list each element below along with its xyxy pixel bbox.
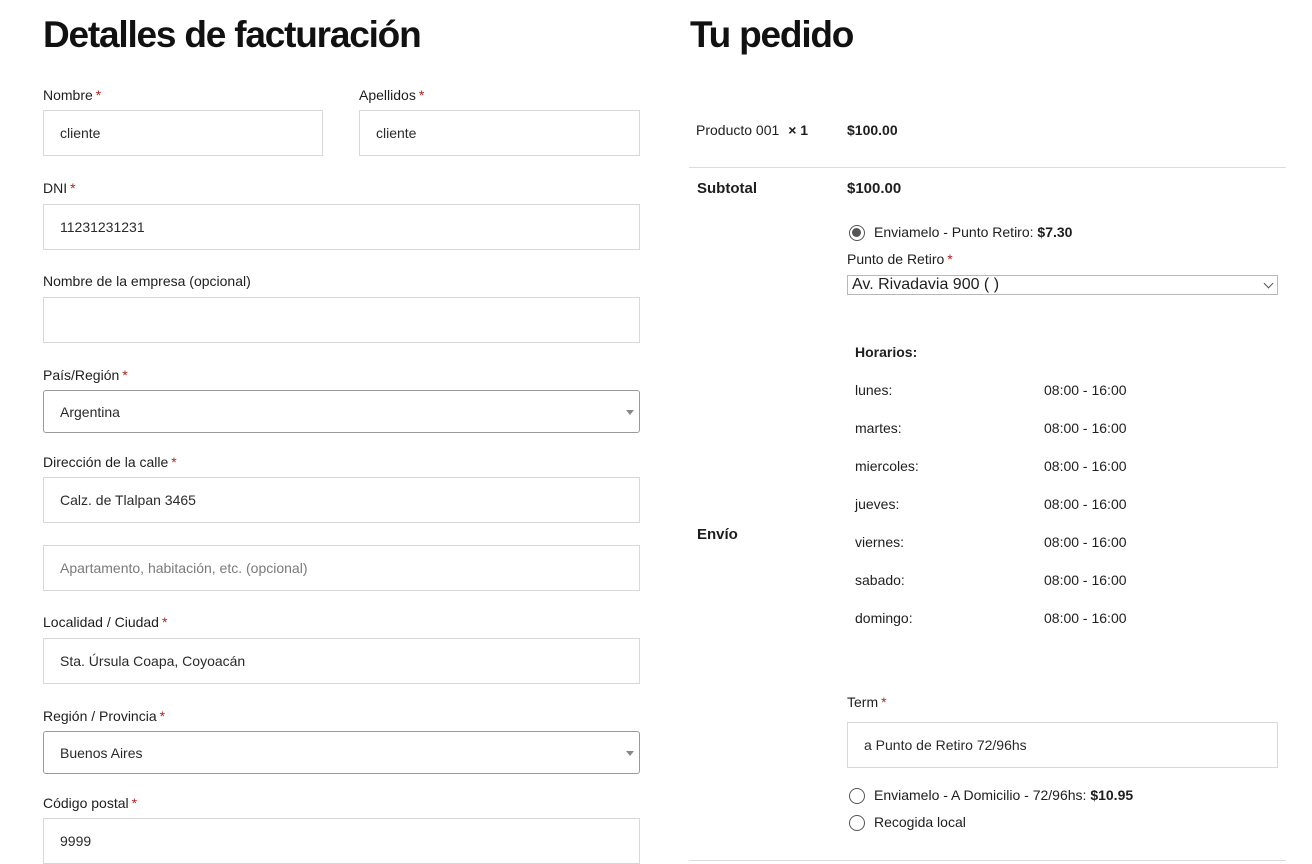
hours-day: sabado: [855, 572, 905, 588]
required-mark: * [122, 367, 128, 383]
shipping-option-local-pickup: Recogida local [874, 814, 966, 830]
first-name-input[interactable]: cliente [43, 110, 323, 156]
hours-day: martes: [855, 420, 902, 436]
pickup-point-label-text: Punto de Retiro [847, 251, 945, 267]
product-price: $100.00 [847, 122, 898, 138]
hours-time: 08:00 - 16:00 [1044, 534, 1127, 550]
city-input[interactable]: Sta. Úrsula Coapa, Coyoacán [43, 638, 640, 684]
country-select[interactable]: Argentina [43, 390, 640, 433]
pickup-point-label: Punto de Retiro * [847, 251, 953, 267]
shipping-radio-pickup-point[interactable] [849, 225, 865, 241]
postcode-label-text: Código postal [43, 795, 129, 811]
last-name-label-text: Apellidos [359, 87, 416, 103]
hours-time: 08:00 - 16:00 [1044, 572, 1127, 588]
last-name-label: Apellidos * [359, 87, 424, 103]
city-label-text: Localidad / Ciudad [43, 614, 159, 630]
term-label: Term * [847, 694, 887, 710]
dni-input[interactable]: 11231231231 [43, 204, 640, 250]
hours-day: domingo: [855, 610, 913, 626]
required-mark: * [881, 694, 887, 710]
shipping-option-label: Enviamelo - A Domicilio - 72/96hs: [874, 787, 1087, 803]
term-label-text: Term [847, 694, 879, 710]
hours-time: 08:00 - 16:00 [1044, 420, 1127, 436]
term-input[interactable]: a Punto de Retiro 72/96hs [847, 722, 1278, 768]
chevron-down-icon [1263, 278, 1274, 289]
hours-day: miercoles: [855, 458, 919, 474]
divider [689, 860, 1286, 861]
dni-label-text: DNI [43, 180, 68, 196]
country-label-text: País/Región [43, 367, 120, 383]
required-mark: * [171, 454, 177, 470]
hours-day: viernes: [855, 534, 905, 550]
caret-down-icon [626, 409, 634, 415]
required-mark: * [70, 180, 76, 196]
state-label: Región / Provincia * [43, 708, 165, 724]
order-title: Tu pedido [690, 14, 854, 55]
first-name-label-text: Nombre [43, 87, 93, 103]
country-select-value: Argentina [60, 403, 120, 420]
company-input[interactable] [43, 297, 640, 343]
shipping-label: Envío [697, 526, 738, 543]
required-mark: * [159, 708, 166, 724]
shipping-option-home-delivery: Enviamelo - A Domicilio - 72/96hs: $10.9… [874, 787, 1133, 803]
apartment-input[interactable]: Apartamento, habitación, etc. (opcional) [43, 545, 640, 591]
country-label: País/Región * [43, 367, 128, 383]
shipping-option-price: $10.95 [1090, 787, 1134, 803]
shipping-option-label: Enviamelo - Punto Retiro: [874, 224, 1034, 240]
last-name-input[interactable]: cliente [359, 110, 640, 156]
shipping-option-pickup-point: Enviamelo - Punto Retiro: $7.30 [874, 224, 1072, 240]
company-label: Nombre de la empresa (opcional) [43, 273, 251, 289]
hours-time: 08:00 - 16:00 [1044, 610, 1127, 626]
hours-time: 08:00 - 16:00 [1044, 458, 1127, 474]
required-mark: * [418, 87, 425, 103]
street-label-text: Dirección de la calle [43, 454, 169, 470]
city-label: Localidad / Ciudad * [43, 614, 167, 630]
dni-label: DNI * [43, 180, 76, 196]
pickup-point-select[interactable]: Av. Rivadavia 900 ( ) [847, 275, 1278, 295]
product-qty: × 1 [788, 122, 809, 138]
caret-down-icon [626, 750, 634, 756]
shipping-radio-home-delivery[interactable] [849, 788, 865, 804]
divider [689, 167, 1286, 168]
shipping-option-price: $7.30 [1037, 224, 1073, 240]
subtotal-value: $100.00 [847, 180, 902, 197]
product-name: Producto 001 [696, 122, 780, 138]
pickup-point-value: Av. Rivadavia 900 ( ) [852, 276, 1000, 293]
required-mark: * [131, 795, 138, 811]
required-mark: * [947, 251, 953, 267]
hours-time: 08:00 - 16:00 [1044, 382, 1127, 398]
subtotal-label: Subtotal [697, 180, 757, 197]
postcode-input[interactable]: 9999 [43, 818, 640, 864]
hours-day: lunes: [855, 382, 893, 398]
hours-title: Horarios: [855, 344, 918, 360]
street-label: Dirección de la calle * [43, 454, 177, 470]
state-select-value: Buenos Aires [60, 744, 143, 761]
billing-title: Detalles de facturación [43, 14, 422, 55]
street-input[interactable]: Calz. de Tlalpan 3465 [43, 477, 640, 523]
state-label-text: Región / Provincia [43, 708, 157, 724]
state-select[interactable]: Buenos Aires [43, 731, 640, 774]
hours-day: jueves: [855, 496, 900, 512]
first-name-label: Nombre * [43, 87, 101, 103]
hours-time: 08:00 - 16:00 [1044, 496, 1127, 512]
required-mark: * [95, 87, 102, 103]
required-mark: * [161, 614, 168, 630]
shipping-radio-local-pickup[interactable] [849, 815, 865, 831]
postcode-label: Código postal * [43, 795, 137, 811]
product-row: Producto 001 × 1 [696, 122, 808, 138]
